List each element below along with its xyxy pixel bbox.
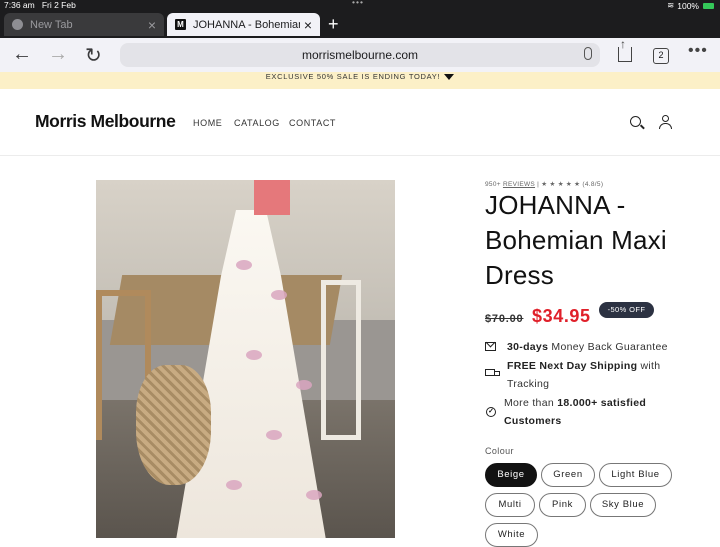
benefit-money-back: 30-days Money Back Guarantee xyxy=(507,341,668,353)
truck-icon xyxy=(485,369,500,379)
address-bar[interactable]: morrismelbourne.com xyxy=(120,43,600,67)
color-label: Colour xyxy=(485,446,514,456)
rating-value: (4.8/5) xyxy=(582,181,604,188)
benefit-shipping: FREE Next Day Shipping with Tracking xyxy=(507,360,661,390)
compare-at-price: $70.00 xyxy=(485,313,524,325)
color-option-white[interactable]: White xyxy=(485,523,538,547)
announcement-bar: EXCLUSIVE 50% SALE IS ENDING TODAY! xyxy=(0,72,720,89)
nav-contact-link[interactable]: CONTACT xyxy=(289,118,336,128)
share-icon[interactable] xyxy=(618,37,632,62)
status-bar: 7:36 am Fri 2 Feb ••• ≋ 100% xyxy=(0,0,720,11)
browser-toolbar: ← → ↻ morrismelbourne.com 2 ••• xyxy=(0,37,720,72)
mail-icon xyxy=(485,342,496,351)
discount-badge: -50% OFF xyxy=(599,302,654,318)
product-title: JOHANNA - Bohemian Maxi Dress xyxy=(485,190,667,290)
wifi-icon: ≋ xyxy=(667,0,675,10)
microphone-icon[interactable] xyxy=(584,47,592,60)
nav-home-link[interactable]: HOME xyxy=(193,118,222,128)
account-icon[interactable] xyxy=(659,115,673,129)
tab-overview-button[interactable]: 2 xyxy=(653,48,669,64)
battery-level: 100% xyxy=(677,0,699,11)
battery-icon xyxy=(703,2,714,9)
benefit-customers: More than 18.000+ satisfied Customers xyxy=(504,397,647,427)
color-option-light-blue[interactable]: Light Blue xyxy=(599,463,672,487)
reviews-summary: 950+ REVIEWS | ★ ★ ★ ★ ★ (4.8/5) xyxy=(485,181,604,188)
tab-strip: New Tab × M JOHANNA - Bohemian M × + xyxy=(0,11,720,38)
tab-johanna[interactable]: M JOHANNA - Bohemian M × xyxy=(167,13,320,36)
site-favicon-icon: M xyxy=(175,19,186,30)
color-option-multi[interactable]: Multi xyxy=(485,493,535,517)
color-option-pink[interactable]: Pink xyxy=(539,493,586,517)
tab-title: JOHANNA - Bohemian M xyxy=(193,18,300,31)
site-header: Morris Melbourne HOME CATALOG CONTACT xyxy=(0,89,720,156)
new-tab-plus-icon[interactable]: + xyxy=(328,14,339,35)
close-tab-icon[interactable]: × xyxy=(148,17,156,33)
tab-new-tab[interactable]: New Tab × xyxy=(4,13,164,36)
close-tab-icon[interactable]: × xyxy=(304,17,312,33)
url-text: morrismelbourne.com xyxy=(301,48,419,62)
status-right: ≋ 100% xyxy=(667,0,714,11)
reload-icon[interactable]: ↻ xyxy=(85,43,102,68)
back-arrow-icon[interactable]: ← xyxy=(12,43,32,66)
color-option-sky-blue[interactable]: Sky Blue xyxy=(590,493,656,517)
sale-price: $34.95 xyxy=(532,306,591,326)
multitasking-dots[interactable]: ••• xyxy=(352,0,364,7)
color-option-beige[interactable]: Beige xyxy=(485,463,537,487)
tab-title: New Tab xyxy=(30,18,73,31)
color-option-green[interactable]: Green xyxy=(541,463,595,487)
forward-arrow-icon[interactable]: → xyxy=(48,43,68,66)
caret-down-icon xyxy=(444,74,455,80)
globe-icon xyxy=(12,19,23,30)
nav-catalog-link[interactable]: CATALOG xyxy=(234,118,280,128)
check-circle-icon: ✓ xyxy=(486,407,496,417)
product-image[interactable] xyxy=(96,180,395,538)
search-icon[interactable] xyxy=(630,116,641,127)
site-logo[interactable]: Morris Melbourne xyxy=(35,111,176,132)
status-time: 7:36 am Fri 2 Feb xyxy=(4,0,76,10)
more-options-icon[interactable]: ••• xyxy=(688,42,708,60)
announcement-text: EXCLUSIVE 50% SALE IS ENDING TODAY! xyxy=(265,72,441,81)
rating-stars: ★ ★ ★ ★ ★ xyxy=(541,181,581,188)
reviews-link[interactable]: REVIEWS xyxy=(503,181,535,188)
